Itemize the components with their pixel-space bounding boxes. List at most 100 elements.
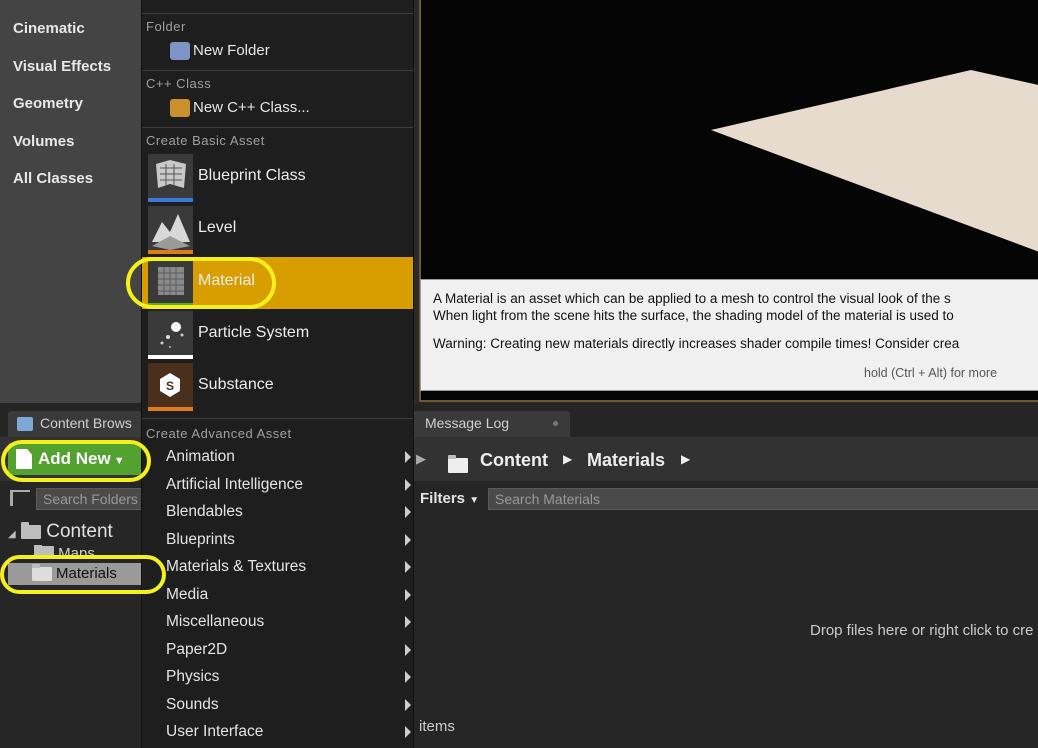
mode-all-classes[interactable]: All Classes [13,170,93,187]
chevron-right-icon [405,534,411,546]
toggle-sources-icon[interactable] [10,490,30,506]
drop-hint-text: Drop files here or right click to cre [810,622,1034,639]
asset-type-bar [148,355,193,359]
tree-item-materials[interactable]: Materials [8,563,160,585]
asset-label: Substance [198,376,274,393]
divider [142,418,413,419]
tab-message-log-label: Message Log [425,415,510,431]
search-folders-input[interactable]: Search Folders [36,488,146,510]
submenu-sounds[interactable]: Sounds [142,693,413,719]
submenu-paper2d[interactable]: Paper2D [142,638,413,664]
tree-expand-icon[interactable]: ◢ [8,529,16,540]
submenu-label: Physics [166,668,220,685]
submenu-label: User Interface [166,723,264,740]
particle-system-icon [148,311,193,359]
cpp-class-icon [170,99,190,117]
svg-text:S: S [166,379,174,393]
asset-substance[interactable]: S Substance [142,361,413,413]
submenu-label: Paper2D [166,641,228,658]
material-tooltip: A Material is an asset which can be appl… [420,279,1038,391]
chevron-right-icon [405,671,411,683]
mode-cinematic[interactable]: Cinematic [13,20,85,37]
folder-tree-panel: Search Folders ◢ Content Maps Materials [0,481,160,748]
breadcrumb-back-arrow-icon[interactable]: ▶ [416,451,426,467]
submenu-physics[interactable]: Physics [142,665,413,691]
mode-visual-effects[interactable]: Visual Effects [13,58,111,75]
submenu-label: Animation [166,448,235,465]
submenu-label: Sounds [166,696,219,713]
submenu-label: Miscellaneous [166,613,265,630]
tab-close-icon[interactable] [553,421,558,426]
tree-item-content[interactable]: ◢ Content [8,521,113,543]
floor-plane [711,70,1038,252]
submenu-animation[interactable]: Animation [142,445,413,471]
chevron-right-icon [405,506,411,518]
new-cpp-class-item[interactable]: New C++ Class... [148,96,412,120]
tree-item-maps[interactable]: Maps [34,545,95,555]
divider [142,70,413,71]
add-new-menu: Folder New Folder C++ Class New C++ Clas… [141,0,414,748]
filters-button[interactable]: Filters ▼ [420,490,479,507]
substance-icon: S [148,363,193,411]
add-new-button[interactable]: Add New ▼ [8,443,144,475]
asset-blueprint-class[interactable]: Blueprint Class [142,152,413,204]
tooltip-hold-hint: hold (Ctrl + Alt) for more [864,366,998,380]
divider [142,13,413,14]
mode-geometry[interactable]: Geometry [13,95,83,112]
submenu-user-interface[interactable]: User Interface [142,720,413,746]
mode-volumes[interactable]: Volumes [13,133,74,150]
tab-content-browser[interactable]: Content Brows [8,411,142,437]
asset-label: Material [198,272,255,289]
section-header-basic: Create Basic Asset [146,133,265,148]
new-folder-item[interactable]: New Folder [148,39,412,63]
item-count-label: items [419,718,455,735]
filters-label: Filters [420,490,466,507]
chevron-right-icon [405,616,411,628]
submenu-label: Media [166,586,209,603]
submenu-label: Blendables [166,503,243,520]
section-header-cpp: C++ Class [146,76,212,91]
modes-panel: Cinematic Visual Effects Geometry Volume… [0,0,142,403]
tree-item-content-label: Content [46,521,113,542]
asset-material[interactable]: Material [142,257,413,309]
chevron-right-icon [405,451,411,463]
asset-level[interactable]: Level [142,204,413,256]
breadcrumb-content[interactable]: Content [480,450,548,471]
breadcrumb-separator-icon[interactable]: ▶ [563,452,572,466]
asset-type-bar [148,198,193,202]
material-icon [148,259,193,307]
tab-message-log[interactable]: Message Log [413,411,570,437]
chevron-right-icon [405,589,411,601]
submenu-label: Blueprints [166,531,235,548]
content-browser-icon [17,417,33,431]
folder-icon [20,522,41,539]
submenu-blendables[interactable]: Blendables [142,500,413,526]
tree-item-materials-label: Materials [56,565,117,582]
submenu-miscellaneous[interactable]: Miscellaneous [142,610,413,636]
new-folder-icon [170,42,190,60]
new-cpp-class-label: New C++ Class... [193,99,310,116]
submenu-label: Artificial Intelligence [166,476,303,493]
divider [142,127,413,128]
section-header-advanced: Create Advanced Asset [146,426,292,441]
chevron-right-icon [405,479,411,491]
breadcrumb-more-icon[interactable]: ▶ [681,452,690,466]
chevron-right-icon [405,699,411,711]
asset-type-bar [148,250,193,254]
submenu-blueprints[interactable]: Blueprints [142,528,413,554]
submenu-media[interactable]: Media [142,583,413,609]
folder-icon [34,545,54,555]
submenu-materials-textures[interactable]: Materials & Textures [142,555,413,581]
tooltip-line-2: When light from the scene hits the surfa… [433,308,954,323]
asset-particle-system[interactable]: Particle System [142,309,413,361]
new-folder-label: New Folder [193,42,270,59]
new-document-icon [16,449,32,469]
search-materials-input[interactable]: Search Materials [488,488,1038,510]
submenu-artificial-intelligence[interactable]: Artificial Intelligence [142,473,413,499]
breadcrumb-materials[interactable]: Materials [587,450,665,471]
asset-view[interactable]: Filters ▼ Search Materials Drop files he… [413,481,1038,748]
tree-item-maps-label: Maps [58,545,95,555]
tooltip-line-1: A Material is an asset which can be appl… [433,291,951,306]
folder-icon [32,564,52,581]
add-new-label: Add New [38,449,111,468]
